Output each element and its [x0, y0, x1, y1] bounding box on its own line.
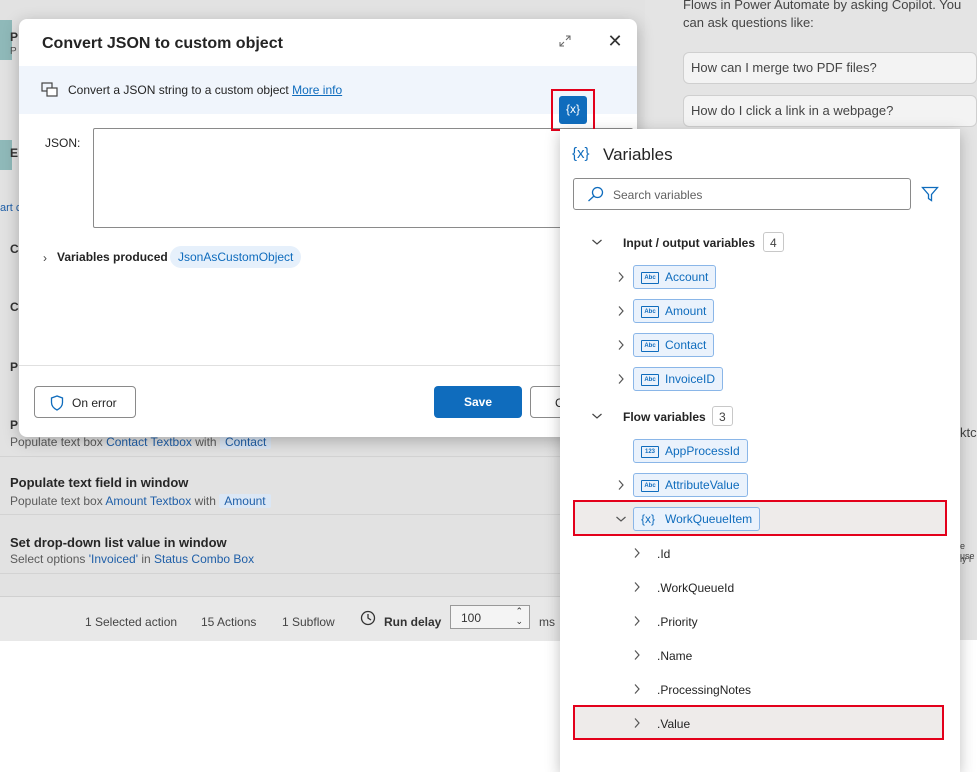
property-priority[interactable]: .Priority — [657, 615, 698, 629]
action-row[interactable]: Populate text field in window Populate t… — [0, 457, 645, 515]
bg-fragment: E — [10, 146, 19, 160]
highlight-box — [573, 705, 944, 740]
group-count-badge: 3 — [712, 406, 733, 426]
bg-fragment: C — [10, 242, 19, 256]
text-type-icon: Abc — [641, 306, 659, 318]
json-label: JSON: — [45, 136, 81, 150]
filter-icon[interactable] — [921, 186, 939, 205]
property-id[interactable]: .Id — [657, 547, 670, 561]
variables-produced-label[interactable]: Variables produced — [57, 250, 168, 264]
actions-count: 15 Actions — [201, 615, 257, 629]
json-input[interactable] — [93, 128, 633, 228]
highlight-box — [551, 89, 595, 131]
copilot-intro: Flows in Power Automate by asking Copilo… — [683, 0, 962, 30]
group-count-badge: 4 — [763, 232, 784, 252]
property-processingnotes[interactable]: .ProcessingNotes — [657, 683, 751, 697]
chevron-right-icon[interactable] — [633, 615, 641, 630]
variables-title: Variables — [603, 145, 673, 164]
text-type-icon: Abc — [641, 480, 659, 492]
dialog-divider — [19, 365, 637, 366]
text-type-icon: Abc — [641, 272, 659, 284]
action-row-subtitle: Select options 'Invoiced' in Status Comb… — [10, 552, 255, 566]
info-text: Convert a JSON string to a custom object… — [68, 83, 343, 97]
run-delay-value: 100 — [461, 611, 482, 625]
chevron-right-icon[interactable] — [617, 373, 625, 388]
bg-fragment: P — [10, 30, 19, 44]
bg-fragment: P — [10, 46, 17, 57]
chevron-right-icon[interactable] — [617, 479, 625, 494]
action-row-title: Set drop-down list value in window — [10, 535, 227, 550]
search-placeholder: Search variables — [613, 188, 703, 202]
property-name[interactable]: .Name — [657, 649, 692, 663]
chevron-down-icon[interactable] — [591, 410, 603, 425]
chevron-right-icon[interactable] — [633, 683, 641, 698]
save-button[interactable]: Save — [434, 386, 522, 418]
run-delay-input[interactable]: 100 ⌃ ⌄ — [450, 605, 530, 629]
chevron-right-icon[interactable] — [633, 581, 641, 596]
chevron-right-icon[interactable]: › — [43, 251, 47, 265]
on-error-button[interactable]: On error — [34, 386, 136, 418]
variable-attributevalue[interactable]: Abc AttributeValue — [633, 473, 748, 497]
action-row-subtitle: Populate text box Amount Textbox with Am… — [10, 494, 271, 508]
text-type-icon: Abc — [641, 374, 659, 386]
close-icon[interactable]: ✕ — [605, 31, 625, 51]
selected-count: 1 Selected action — [85, 615, 178, 629]
more-info-link[interactable]: More info — [292, 83, 342, 97]
action-icon — [41, 82, 59, 101]
variables-icon: {x} — [572, 145, 590, 162]
produced-variable-pill[interactable]: JsonAsCustomObject — [170, 246, 302, 268]
dialog-title: Convert JSON to custom object — [42, 35, 283, 52]
chevron-down-icon[interactable] — [591, 236, 603, 251]
chevron-right-icon[interactable] — [633, 649, 641, 664]
run-delay-label: Run delay — [384, 615, 442, 629]
action-row-subtitle: Populate text box Contact Textbox with C… — [10, 435, 272, 449]
spin-down-icon[interactable]: ⌄ — [515, 616, 523, 627]
group-input-output[interactable]: Input / output variables — [623, 236, 755, 250]
run-delay-unit: ms — [539, 615, 555, 629]
copilot-suggestion[interactable]: How do I click a link in a webpage? — [683, 95, 977, 127]
property-workqueueid[interactable]: .WorkQueueId — [657, 581, 734, 595]
group-flow-variables[interactable]: Flow variables — [623, 410, 706, 424]
text-type-icon: Abc — [641, 340, 659, 352]
variable-amount[interactable]: Abc Amount — [633, 299, 715, 323]
bg-fragment: P — [10, 360, 19, 374]
variable-account[interactable]: Abc Account — [633, 265, 717, 289]
chevron-right-icon[interactable] — [617, 339, 625, 354]
highlight-box — [573, 500, 947, 536]
variable-invoiceid[interactable]: Abc InvoiceID — [633, 367, 724, 391]
bg-fragment: ktc — [960, 425, 977, 440]
variable-appprocessid[interactable]: 123 AppProcessId — [633, 439, 748, 463]
convert-json-dialog: Convert JSON to custom object ✕ Convert … — [19, 19, 637, 437]
copilot-suggestion[interactable]: How can I merge two PDF files? — [683, 52, 977, 84]
action-row[interactable]: Set drop-down list value in window Selec… — [0, 515, 645, 574]
bg-fragment: C — [10, 300, 19, 314]
action-row-title: Populate text field in window — [10, 475, 189, 490]
subflow-count: 1 Subflow — [282, 615, 335, 629]
bg-fragment: ly i — [960, 554, 971, 564]
chevron-right-icon[interactable] — [617, 271, 625, 286]
variable-contact[interactable]: Abc Contact — [633, 333, 715, 357]
expand-icon[interactable] — [559, 35, 573, 49]
number-type-icon: 123 — [641, 446, 659, 458]
shield-icon — [50, 395, 64, 414]
chevron-right-icon[interactable] — [633, 547, 641, 562]
search-icon — [587, 186, 605, 205]
clock-icon — [360, 610, 376, 629]
chevron-right-icon[interactable] — [617, 305, 625, 320]
variables-panel — [560, 129, 960, 772]
